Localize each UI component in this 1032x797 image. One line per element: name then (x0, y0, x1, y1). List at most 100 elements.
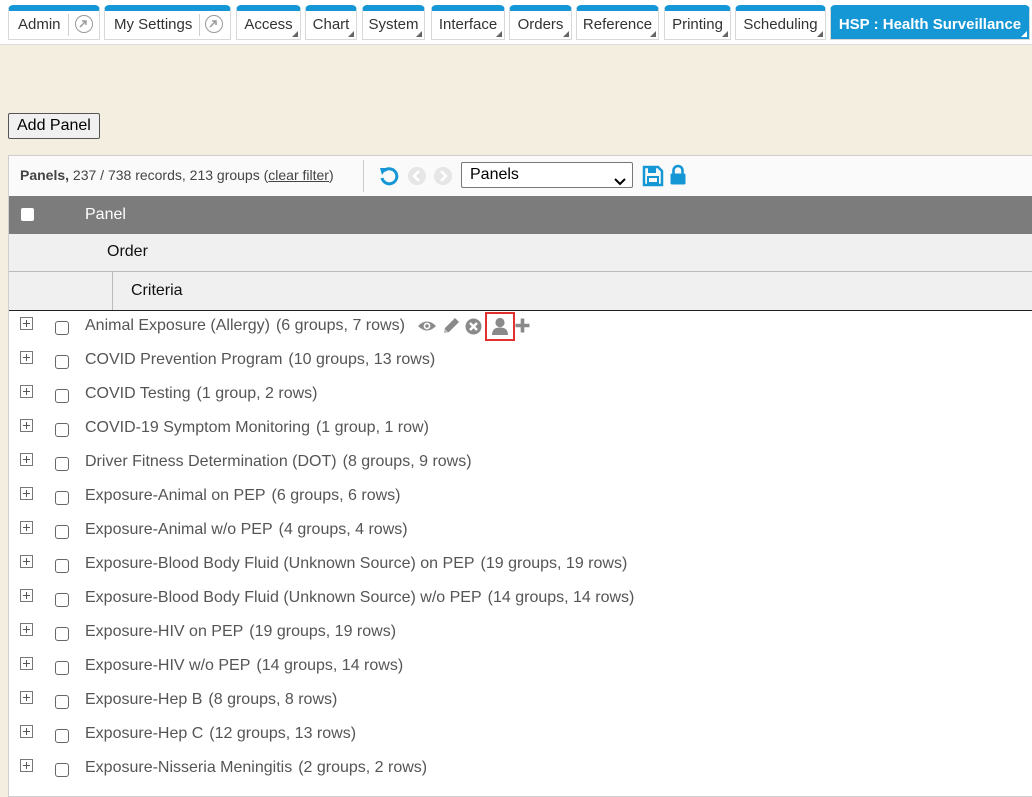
tab-menu-corner (1021, 31, 1027, 37)
tab-my-settings[interactable]: My Settings (104, 5, 231, 40)
expand-plus-icon[interactable] (20, 691, 33, 704)
panel-name: Exposure-Hep C (12 groups, 13 rows) (85, 725, 356, 743)
open-external-icon[interactable] (205, 15, 223, 33)
clear-filter-link[interactable]: clear filter (268, 167, 329, 183)
tab-menu-corner (292, 31, 298, 37)
row-checkbox[interactable] (55, 525, 69, 539)
back-icon[interactable] (407, 166, 427, 191)
forward-icon[interactable] (433, 166, 453, 191)
panel-name: Exposure-HIV on PEP (19 groups, 19 rows) (85, 623, 396, 641)
row-checkbox[interactable] (55, 423, 69, 437)
panel-name-text: COVID Prevention Program (85, 351, 283, 368)
tab-admin[interactable]: Admin (8, 5, 100, 40)
eye-icon[interactable] (417, 318, 437, 339)
table-row[interactable]: COVID Prevention Program (10 groups, 13 r… (9, 345, 1032, 379)
panel-name-text: COVID-19 Symptom Monitoring (85, 419, 310, 436)
expand-plus-icon[interactable] (20, 759, 33, 772)
row-checkbox[interactable] (55, 729, 69, 743)
expand-plus-icon[interactable] (20, 317, 33, 330)
select-all-checkbox[interactable] (21, 208, 34, 221)
lock-icon[interactable] (669, 164, 687, 191)
table-row[interactable]: Exposure-Blood Body Fluid (Unknown Sourc… (9, 583, 1032, 617)
grid-record-summary: Panels, 237 / 738 records, 213 groups (c… (20, 167, 334, 183)
panel-name-text: Exposure-Animal on PEP (85, 487, 266, 504)
table-row[interactable]: Exposure-Hep B (8 groups, 8 rows) (9, 685, 1032, 719)
row-checkbox[interactable] (55, 491, 69, 505)
expand-plus-icon[interactable] (20, 419, 33, 432)
panel-name-text: COVID Testing (85, 385, 191, 402)
row-checkbox[interactable] (55, 695, 69, 709)
row-checkbox[interactable] (55, 355, 69, 369)
panel-name-text: Animal Exposure (Allergy) (85, 317, 270, 334)
table-row[interactable]: Driver Fitness Determination (DOT) (8 gro… (9, 447, 1032, 481)
tab-reference[interactable]: Reference (576, 5, 659, 40)
tab-system[interactable]: System (362, 5, 425, 40)
open-external-icon[interactable] (75, 15, 93, 33)
tab-chart[interactable]: Chart (305, 5, 357, 40)
tab-printing[interactable]: Printing (664, 5, 731, 40)
expand-plus-icon[interactable] (20, 385, 33, 398)
toolbar-divider (363, 160, 364, 192)
expand-plus-icon[interactable] (20, 453, 33, 466)
panel-count: (14 groups, 14 rows) (487, 589, 635, 606)
panel-count: (12 groups, 13 rows) (209, 725, 357, 742)
tab-menu-corner (563, 31, 569, 37)
expand-plus-icon[interactable] (20, 487, 33, 500)
panel-name-text: Exposure-HIV on PEP (85, 623, 244, 640)
expand-plus-icon[interactable] (20, 623, 33, 636)
tab-health-surveillance[interactable]: HSP : Health Surveillance (830, 5, 1030, 40)
row-checkbox[interactable] (55, 321, 69, 335)
table-row[interactable]: Exposure-Blood Body Fluid (Unknown Sourc… (9, 549, 1032, 583)
row-checkbox[interactable] (55, 763, 69, 777)
table-row[interactable]: Exposure-Nisseria Meningitis (2 groups, 2… (9, 753, 1032, 787)
panel-name: COVID Testing (1 group, 2 rows) (85, 385, 317, 403)
panel-rows: Animal Exposure (Allergy) (6 groups, 7 ro… (9, 311, 1032, 787)
expand-plus-icon[interactable] (20, 725, 33, 738)
plus-icon[interactable] (514, 317, 531, 339)
table-row[interactable]: COVID-19 Symptom Monitoring (1 group, 1 r… (9, 413, 1032, 447)
expand-plus-icon[interactable] (20, 521, 33, 534)
row-checkbox[interactable] (55, 661, 69, 675)
expand-plus-icon[interactable] (20, 657, 33, 670)
tab-my-settings-label: My Settings (114, 16, 193, 33)
table-row[interactable]: Exposure-Animal w/o PEP (4 groups, 4 rows… (9, 515, 1032, 549)
tab-access[interactable]: Access (236, 5, 301, 40)
expand-plus-icon[interactable] (20, 589, 33, 602)
table-row[interactable]: Exposure-HIV w/o PEP (14 groups, 14 rows) (9, 651, 1032, 685)
order-header-label: Order (107, 243, 148, 260)
tab-system-label: System (368, 16, 419, 33)
remove-icon[interactable] (465, 318, 482, 340)
user-icon[interactable] (485, 312, 515, 341)
refresh-icon[interactable] (378, 165, 400, 192)
row-checkbox[interactable] (55, 593, 69, 607)
expand-plus-icon[interactable] (20, 351, 33, 364)
table-row[interactable]: COVID Testing (1 group, 2 rows) (9, 379, 1032, 413)
row-checkbox[interactable] (55, 457, 69, 471)
panel-count: (6 groups, 6 rows) (271, 487, 401, 504)
panel-name-text: Exposure-HIV w/o PEP (85, 657, 251, 674)
row-checkbox[interactable] (55, 389, 69, 403)
row-checkbox[interactable] (55, 627, 69, 641)
table-row[interactable]: Exposure-Animal on PEP (6 groups, 6 rows) (9, 481, 1032, 515)
view-select[interactable]: Panels (461, 162, 633, 188)
panel-name: Driver Fitness Determination (DOT) (8 gro… (85, 453, 472, 471)
panel-name: Exposure-Animal on PEP (6 groups, 6 rows) (85, 487, 400, 505)
tab-scheduling[interactable]: Scheduling (735, 5, 826, 40)
column-header-order: Order (9, 234, 1032, 272)
tab-orders[interactable]: Orders (509, 5, 572, 40)
tab-interface[interactable]: Interface (431, 5, 505, 40)
tab-admin-label: Admin (18, 16, 61, 33)
table-row[interactable]: Exposure-HIV on PEP (19 groups, 19 rows) (9, 617, 1032, 651)
panel-count: (8 groups, 9 rows) (342, 453, 472, 470)
pencil-icon[interactable] (442, 317, 460, 340)
tab-menu-corner (348, 31, 354, 37)
add-panel-button[interactable]: Add Panel (8, 113, 100, 139)
row-checkbox[interactable] (55, 559, 69, 573)
tab-health-surveillance-label: HSP : Health Surveillance (838, 16, 1022, 33)
tab-access-label: Access (244, 16, 293, 33)
table-row[interactable]: Exposure-Hep C (12 groups, 13 rows) (9, 719, 1032, 753)
table-row[interactable]: Animal Exposure (Allergy) (6 groups, 7 ro… (9, 311, 1032, 345)
save-icon[interactable] (642, 165, 664, 192)
expand-plus-icon[interactable] (20, 555, 33, 568)
tab-divider (68, 14, 69, 36)
